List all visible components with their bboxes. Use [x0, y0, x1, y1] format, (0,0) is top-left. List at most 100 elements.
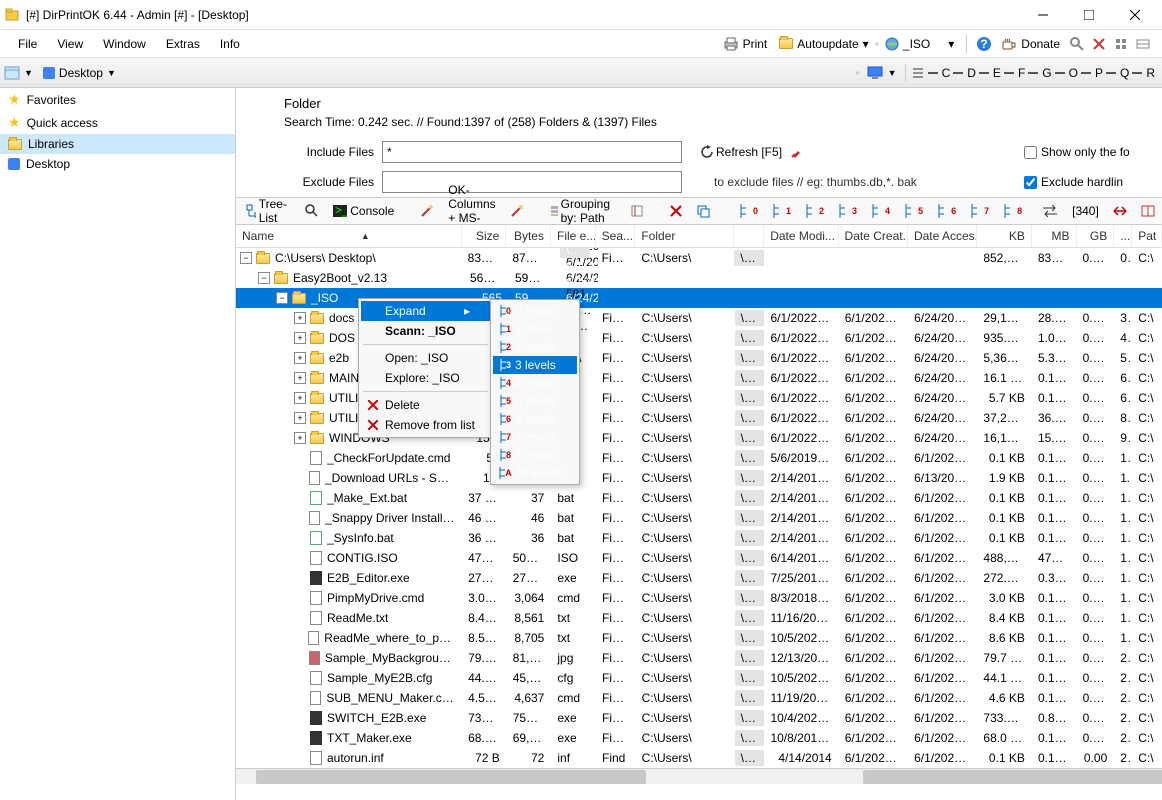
drive-F[interactable]: F [1004, 66, 1028, 80]
maximize-button[interactable] [1066, 0, 1112, 30]
expander[interactable]: − [258, 272, 270, 284]
help-icon[interactable]: ? [975, 35, 993, 53]
table-row[interactable]: SUB_MENU_Maker.cmd4.5 KB4,637cmdFind...C… [236, 688, 1162, 708]
level-option-1[interactable]: 11 level [493, 320, 577, 338]
donate-button[interactable]: Donate [995, 35, 1066, 53]
drive-D[interactable]: D [953, 66, 979, 80]
table-row[interactable]: TXT_Maker.exe68.0 ...69,632exeFind...C:\… [236, 728, 1162, 748]
col-date-created[interactable]: Date Creat... [839, 225, 908, 247]
menu-info[interactable]: Info [210, 33, 250, 55]
col-size[interactable]: Size [462, 225, 507, 247]
level-option-2[interactable]: 22 levels [493, 338, 577, 356]
level-option-9[interactable]: AAll levels [493, 464, 577, 482]
exclude-input[interactable] [382, 171, 682, 193]
drive-Q[interactable]: Q [1106, 66, 1132, 80]
drive-P[interactable]: P [1081, 66, 1106, 80]
expander[interactable]: + [294, 332, 306, 344]
level-option-0[interactable]: 00 levels [493, 302, 577, 320]
console-button[interactable]: >_Console [329, 202, 398, 220]
level-0-button[interactable]: 0 [732, 202, 762, 220]
sidebar-item-favorites[interactable]: ★Favorites [0, 88, 235, 111]
table-row[interactable]: Sample_MyBackground.j...79.7 ...81,609jp… [236, 648, 1162, 668]
tool-icon-2[interactable] [1090, 35, 1108, 53]
col-bytes[interactable]: Bytes [506, 225, 551, 247]
level-3-button[interactable]: 3 [831, 202, 861, 220]
table-row[interactable]: −Easy2Boot_v2.13568....595,34...Find...C… [236, 268, 1162, 288]
tool-icon-4[interactable] [1134, 35, 1152, 53]
table-row[interactable]: CONTIG.ISO477....500,00...ISOFind...C:\U… [236, 548, 1162, 568]
drive-G[interactable]: G [1028, 66, 1054, 80]
expander[interactable]: + [294, 372, 306, 384]
table-row[interactable]: _Download URLs - Short...1.8Find...C:\Us… [236, 468, 1162, 488]
level-7-button[interactable]: 7 [963, 202, 993, 220]
table-row[interactable]: _Make_Ext.bat37 B...37batFind...C:\Users… [236, 488, 1162, 508]
exclude-hardlinks-checkbox[interactable] [1024, 176, 1037, 189]
wand-icon-2[interactable] [506, 202, 528, 220]
sidebar-item-quick-access[interactable]: ★Quick access [0, 111, 235, 134]
sidebar-item-libraries[interactable]: Libraries [0, 134, 235, 154]
expander[interactable]: + [294, 412, 306, 424]
level-option-5[interactable]: 55 levels [493, 392, 577, 410]
level-8-button[interactable]: 8 [996, 202, 1026, 220]
table-row[interactable]: PimpMyDrive.cmd3.0 KB3,064cmdFind...C:\U… [236, 588, 1162, 608]
ctx-open[interactable]: Open: _ISO [361, 348, 490, 368]
col-name[interactable]: Name▲ [236, 225, 462, 247]
ctx-remove[interactable]: Remove from list [361, 415, 490, 435]
table-row[interactable]: _SysInfo.bat36 B...36batFind...C:\Users\… [236, 528, 1162, 548]
refresh-label[interactable]: Refresh [F5] [716, 145, 782, 159]
level-6-button[interactable]: 6 [930, 202, 960, 220]
table-row[interactable]: SWITCH_E2B.exe733....750,900exeFind...C:… [236, 708, 1162, 728]
drive-list-icon[interactable] [910, 66, 928, 80]
col-mb[interactable]: MB [1032, 225, 1077, 247]
level-4-button[interactable]: 4 [864, 202, 894, 220]
monitor-icon[interactable] [866, 66, 884, 80]
col-n[interactable]: ... [1114, 225, 1132, 247]
view-icon[interactable] [4, 66, 20, 80]
table-row[interactable]: _Snappy Driver Installer....46 B...46bat… [236, 508, 1162, 528]
col-search[interactable]: Sea... [596, 225, 636, 247]
level-5-button[interactable]: 5 [897, 202, 927, 220]
level-2-button[interactable]: 2 [798, 202, 828, 220]
expander[interactable]: + [294, 392, 306, 404]
col-ext[interactable]: File e... [551, 225, 596, 247]
menu-extras[interactable]: Extras [156, 33, 210, 55]
search-button[interactable] [301, 202, 323, 220]
col-kb[interactable]: KB [977, 225, 1032, 247]
delete-icon[interactable] [666, 203, 686, 219]
wand-icon[interactable] [416, 202, 438, 220]
autoupdate-button[interactable]: Autoupdate ▾ [773, 35, 874, 53]
level-option-4[interactable]: 44 levels [493, 374, 577, 392]
resize-icon[interactable] [1109, 203, 1131, 219]
col-blank[interactable] [734, 225, 764, 247]
show-only-checkbox[interactable] [1024, 146, 1037, 159]
iso-dropdown[interactable]: _ISO ▾ [879, 35, 960, 53]
sidebar-item-desktop[interactable]: Desktop [0, 154, 235, 174]
edit-icon[interactable] [626, 202, 648, 220]
col-date-accessed[interactable]: Date Acces... [908, 225, 977, 247]
copy-icon[interactable] [692, 202, 714, 220]
level-option-6[interactable]: 66 levels [493, 410, 577, 428]
drive-O[interactable]: O [1055, 66, 1081, 80]
table-row[interactable]: Sample_MyE2B.cfg44.0 ...45,106cfgFind...… [236, 668, 1162, 688]
menu-window[interactable]: Window [93, 33, 156, 55]
expand-submenu[interactable]: 00 levels11 level22 levels33 levels44 le… [490, 299, 580, 485]
chevron-down-icon[interactable]: ▼ [24, 68, 33, 78]
context-menu[interactable]: Expand▸ 00 levels11 level22 levels33 lev… [358, 298, 493, 438]
tool-icon-1[interactable] [1068, 35, 1086, 53]
layout-icon[interactable] [1137, 203, 1159, 219]
expander[interactable]: + [294, 312, 306, 324]
col-folder[interactable]: Folder [635, 225, 734, 247]
menu-file[interactable]: File [8, 33, 47, 55]
ctx-scann[interactable]: Scann: _ISO [361, 321, 490, 341]
table-row[interactable]: autorun.inf72 B72infFindC:\Users\\De...4… [236, 748, 1162, 768]
pin-icon[interactable] [790, 145, 804, 159]
drive-R[interactable]: R [1132, 66, 1158, 80]
close-button[interactable] [1112, 0, 1158, 30]
drive-C[interactable]: C [928, 66, 954, 80]
swap-icon[interactable] [1038, 203, 1062, 219]
expander[interactable]: + [294, 432, 306, 444]
refresh-icon[interactable] [700, 145, 714, 159]
drive-E[interactable]: E [979, 66, 1004, 80]
table-row[interactable]: E2B_Editor.exe272....278,528exeFind...C:… [236, 568, 1162, 588]
col-path[interactable]: Pat [1132, 225, 1162, 247]
